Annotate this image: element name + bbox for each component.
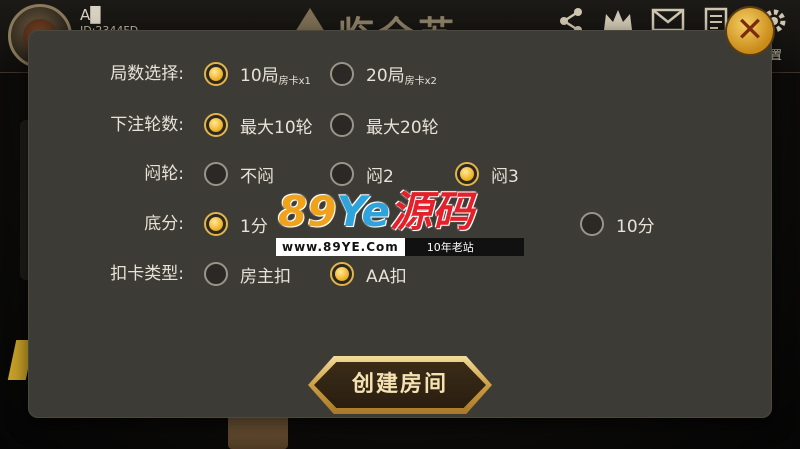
base-score-option-1[interactable]: 1分 xyxy=(204,204,268,244)
watermark-tag: 10年老站 xyxy=(426,241,474,254)
option-sublabel: 房卡x2 xyxy=(404,76,437,87)
option-label: 1分 xyxy=(240,216,268,237)
rounds-label: 局数选择: xyxy=(110,64,184,84)
radio-icon[interactable] xyxy=(330,162,354,186)
close-icon: ✕ xyxy=(735,10,765,50)
radio-icon[interactable] xyxy=(204,162,228,186)
watermark-ye: Ye xyxy=(336,187,390,236)
watermark-url: www.89YE.Com xyxy=(276,238,405,256)
radio-icon[interactable] xyxy=(204,262,228,286)
radio-icon[interactable] xyxy=(455,162,479,186)
table-decoration xyxy=(228,415,288,449)
payment-option-host[interactable]: 房主扣 xyxy=(204,254,291,294)
watermark: 89Ye源码 www.89YE.Com 10年老站 xyxy=(276,188,524,258)
option-label: 房主扣 xyxy=(240,266,291,287)
rounds-row: 局数选择: 10局房卡x1 20局房卡x2 xyxy=(28,54,772,94)
card-payment-label: 扣卡类型: xyxy=(110,264,184,284)
option-label: 10局 xyxy=(240,66,279,86)
radio-icon[interactable] xyxy=(204,212,228,236)
radio-icon[interactable] xyxy=(580,212,604,236)
radio-icon[interactable] xyxy=(330,113,354,137)
watermark-num: 89 xyxy=(278,187,337,236)
option-label: 闷2 xyxy=(366,166,394,187)
base-score-option-10[interactable]: 10分 xyxy=(580,204,655,244)
create-room-button[interactable]: 创建房间 xyxy=(308,356,492,414)
option-label: 最大20轮 xyxy=(366,117,439,138)
bet-rounds-option-20[interactable]: 最大20轮 xyxy=(330,105,439,145)
radio-icon[interactable] xyxy=(204,62,228,86)
watermark-bar: www.89YE.Com 10年老站 xyxy=(276,238,524,256)
create-room-label: 创建房间 xyxy=(351,372,448,397)
rounds-option-10[interactable]: 10局房卡x1 xyxy=(204,54,311,94)
bet-rounds-label: 下注轮数: xyxy=(110,115,184,135)
blind-option-none[interactable]: 不闷 xyxy=(204,154,274,194)
user-name: A▉ xyxy=(80,6,102,24)
option-label: 闷3 xyxy=(491,166,519,187)
watermark-cn: 源码 xyxy=(389,187,474,236)
option-sublabel: 房卡x1 xyxy=(278,76,311,87)
blind-rounds-label: 闷轮: xyxy=(144,164,184,184)
payment-option-aa[interactable]: AA扣 xyxy=(330,254,407,294)
close-button[interactable]: ✕ xyxy=(727,8,773,54)
rounds-option-20[interactable]: 20局房卡x2 xyxy=(330,54,437,94)
bet-rounds-row: 下注轮数: 最大10轮 最大20轮 xyxy=(28,105,772,145)
radio-icon[interactable] xyxy=(204,113,228,137)
bet-rounds-option-10[interactable]: 最大10轮 xyxy=(204,105,313,145)
option-label: 10分 xyxy=(616,216,655,237)
radio-icon[interactable] xyxy=(330,262,354,286)
option-label: 不闷 xyxy=(240,166,274,187)
card-payment-row: 扣卡类型: 房主扣 AA扣 xyxy=(28,254,772,294)
option-label: 20局 xyxy=(366,66,405,86)
base-score-label: 底分: xyxy=(144,214,184,234)
option-label: AA扣 xyxy=(366,266,407,287)
watermark-logo: 89Ye源码 xyxy=(278,188,474,236)
option-label: 最大10轮 xyxy=(240,117,313,138)
radio-icon[interactable] xyxy=(330,62,354,86)
